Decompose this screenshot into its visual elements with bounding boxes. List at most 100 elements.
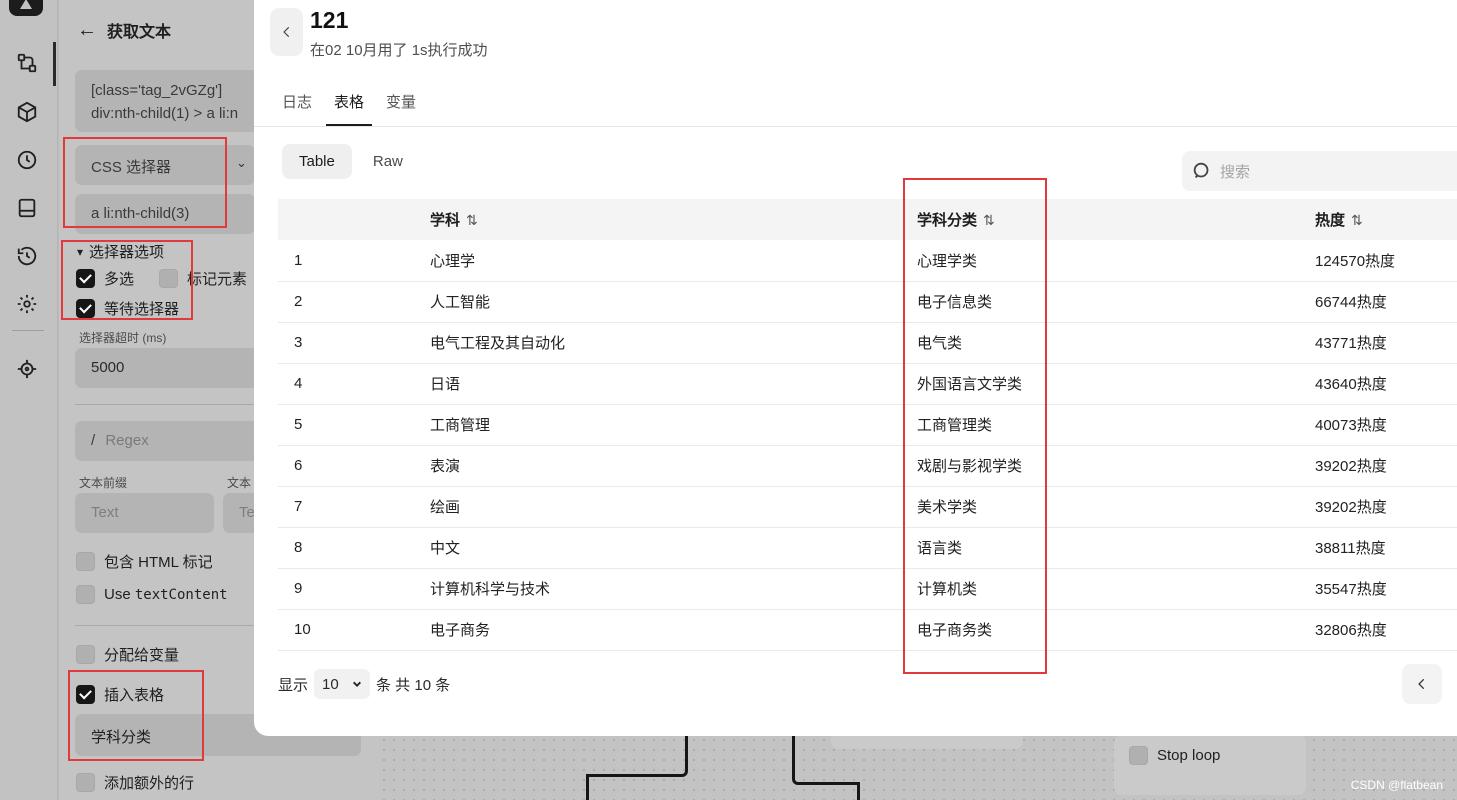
table-row: 10 电子商务 电子商务类 32806热度 (278, 609, 1457, 651)
regex-slash: / (91, 432, 96, 449)
row-index: 3 (278, 322, 430, 364)
column-header-index (278, 199, 430, 240)
row-popularity: 35547热度 (1315, 568, 1457, 610)
row-popularity: 43640热度 (1315, 363, 1457, 405)
sort-icon[interactable]: ⇅ (466, 212, 478, 229)
checkbox-unchecked[interactable] (1129, 746, 1148, 765)
stop-loop-label: Stop loop (1157, 747, 1221, 764)
highlight-box (61, 240, 193, 320)
view-mode-raw[interactable]: Raw (356, 144, 420, 179)
result-table: 学科 ⇅ 学科分类 ⇅ 热度 ⇅ 1 心理学 心理学类 124570热度 2 人工智能 电子信息… (278, 199, 1457, 651)
panel-title: 获取文本 (107, 24, 172, 41)
row-index: 8 (278, 527, 430, 569)
connector-wire (586, 774, 589, 800)
checkbox-unchecked[interactable] (76, 552, 95, 571)
log-subtitle: 在02 10月用了 1s执行成功 (310, 42, 488, 59)
use-textcontent-checkbox[interactable]: Use textContent (76, 585, 228, 604)
regex-placeholder: Regex (105, 432, 149, 449)
table-row: 3 电气工程及其自动化 电气类 43771热度 (278, 322, 1457, 364)
tab-variables[interactable]: 变量 (386, 86, 416, 126)
checkbox-unchecked[interactable] (76, 773, 95, 792)
row-index: 6 (278, 445, 430, 487)
checkbox-unchecked[interactable] (76, 645, 95, 664)
timeout-value: 5000 (91, 359, 125, 376)
table-row: 8 中文 语言类 38811热度 (278, 527, 1457, 569)
add-extra-row-checkbox[interactable]: 添加额外的行 (76, 772, 194, 793)
gear-icon[interactable] (14, 291, 40, 317)
stop-loop-checkbox[interactable]: Stop loop (1129, 746, 1220, 765)
use-textcontent-label: Use textContent (104, 586, 228, 603)
prev-page-button[interactable] (1402, 664, 1442, 704)
target-icon[interactable] (14, 356, 40, 382)
row-index: 7 (278, 486, 430, 528)
assign-variable-label: 分配给变量 (104, 647, 180, 664)
search-input[interactable]: 搜索 (1182, 151, 1457, 191)
row-subject: 日语 (430, 363, 917, 405)
suffix-placeholder: Te (239, 504, 255, 521)
row-popularity: 32806热度 (1315, 609, 1457, 651)
row-index: 4 (278, 363, 430, 405)
tabs-divider (254, 126, 1457, 127)
sort-icon[interactable]: ⇅ (1351, 212, 1363, 229)
tab-log[interactable]: 日志 (282, 86, 312, 126)
row-popularity: 43771热度 (1315, 322, 1457, 364)
row-subject: 人工智能 (430, 281, 917, 323)
workflow-icon[interactable] (14, 50, 40, 76)
view-mode-table[interactable]: Table (282, 144, 352, 179)
row-popularity: 66744热度 (1315, 281, 1457, 323)
row-subject: 计算机科学与技术 (430, 568, 917, 610)
prefix-placeholder: Text (91, 504, 119, 521)
search-icon (1193, 162, 1209, 179)
watermark-text: CSDN @flatbean (1350, 778, 1443, 792)
row-popularity: 39202热度 (1315, 445, 1457, 487)
history-icon[interactable] (14, 243, 40, 269)
row-index: 1 (278, 240, 430, 282)
row-index: 10 (278, 609, 430, 651)
footer-show-label: 显示 (278, 676, 309, 694)
back-button[interactable] (270, 8, 303, 56)
row-subject: 表演 (430, 445, 917, 487)
prefix-input[interactable]: Text (75, 493, 214, 533)
footer-total-label: 条 共 10 条 (376, 676, 451, 694)
highlight-box (68, 670, 204, 761)
include-html-checkbox[interactable]: 包含 HTML 标记 (76, 551, 213, 572)
execution-result-modal: 121 在02 10月用了 1s执行成功 日志 表格 变量 Table Raw … (254, 0, 1457, 736)
cube-icon[interactable] (14, 99, 40, 125)
pagination-footer: 显示 10 条 共 10 条 (278, 669, 450, 699)
table-row: 5 工商管理 工商管理类 40073热度 (278, 404, 1457, 446)
panel-header: ← 获取文本 (77, 18, 171, 42)
mark-elements-label: 标记元素 (187, 271, 248, 288)
table-row: 6 表演 戏剧与影视学类 39202热度 (278, 445, 1457, 487)
row-subject: 绘画 (430, 486, 917, 528)
row-subject: 电气工程及其自动化 (430, 322, 917, 364)
chevron-down-icon[interactable]: ⌄ (236, 155, 247, 171)
app-logo (9, 0, 43, 16)
log-title: 121 (310, 7, 349, 33)
rail-active-indicator (53, 42, 56, 86)
suffix-label: 文本 (227, 476, 252, 490)
row-popularity: 124570热度 (1315, 240, 1457, 282)
timeout-label: 选择器超时 (ms) (79, 331, 167, 345)
workflow-node[interactable]: Stop loop (1114, 735, 1306, 795)
tab-table[interactable]: 表格 (326, 86, 373, 126)
connector-wire (857, 782, 860, 800)
chevron-left-icon (1418, 678, 1425, 690)
table-header-row: 学科 ⇅ 学科分类 ⇅ 热度 ⇅ (278, 199, 1457, 240)
arrow-left-icon[interactable]: ← (77, 20, 97, 40)
clock-icon[interactable] (14, 147, 40, 173)
highlight-box (903, 178, 1047, 674)
add-extra-row-label: 添加额外的行 (104, 775, 195, 792)
workflow-canvas[interactable]: Stop loop (379, 731, 1457, 800)
connector-wire (792, 735, 860, 785)
highlight-box (63, 137, 227, 228)
page-size-select[interactable]: 10 (314, 669, 371, 699)
page-size-value: 10 (322, 675, 339, 693)
layout-icon[interactable] (14, 195, 40, 221)
assign-variable-checkbox[interactable]: 分配给变量 (76, 644, 179, 665)
checkbox-unchecked[interactable] (76, 585, 95, 604)
column-header-subject[interactable]: 学科 ⇅ (430, 199, 917, 240)
row-subject: 中文 (430, 527, 917, 569)
table-row: 4 日语 外国语言文学类 43640热度 (278, 363, 1457, 405)
rail-divider (12, 330, 44, 331)
column-header-popularity[interactable]: 热度 ⇅ (1315, 199, 1457, 240)
